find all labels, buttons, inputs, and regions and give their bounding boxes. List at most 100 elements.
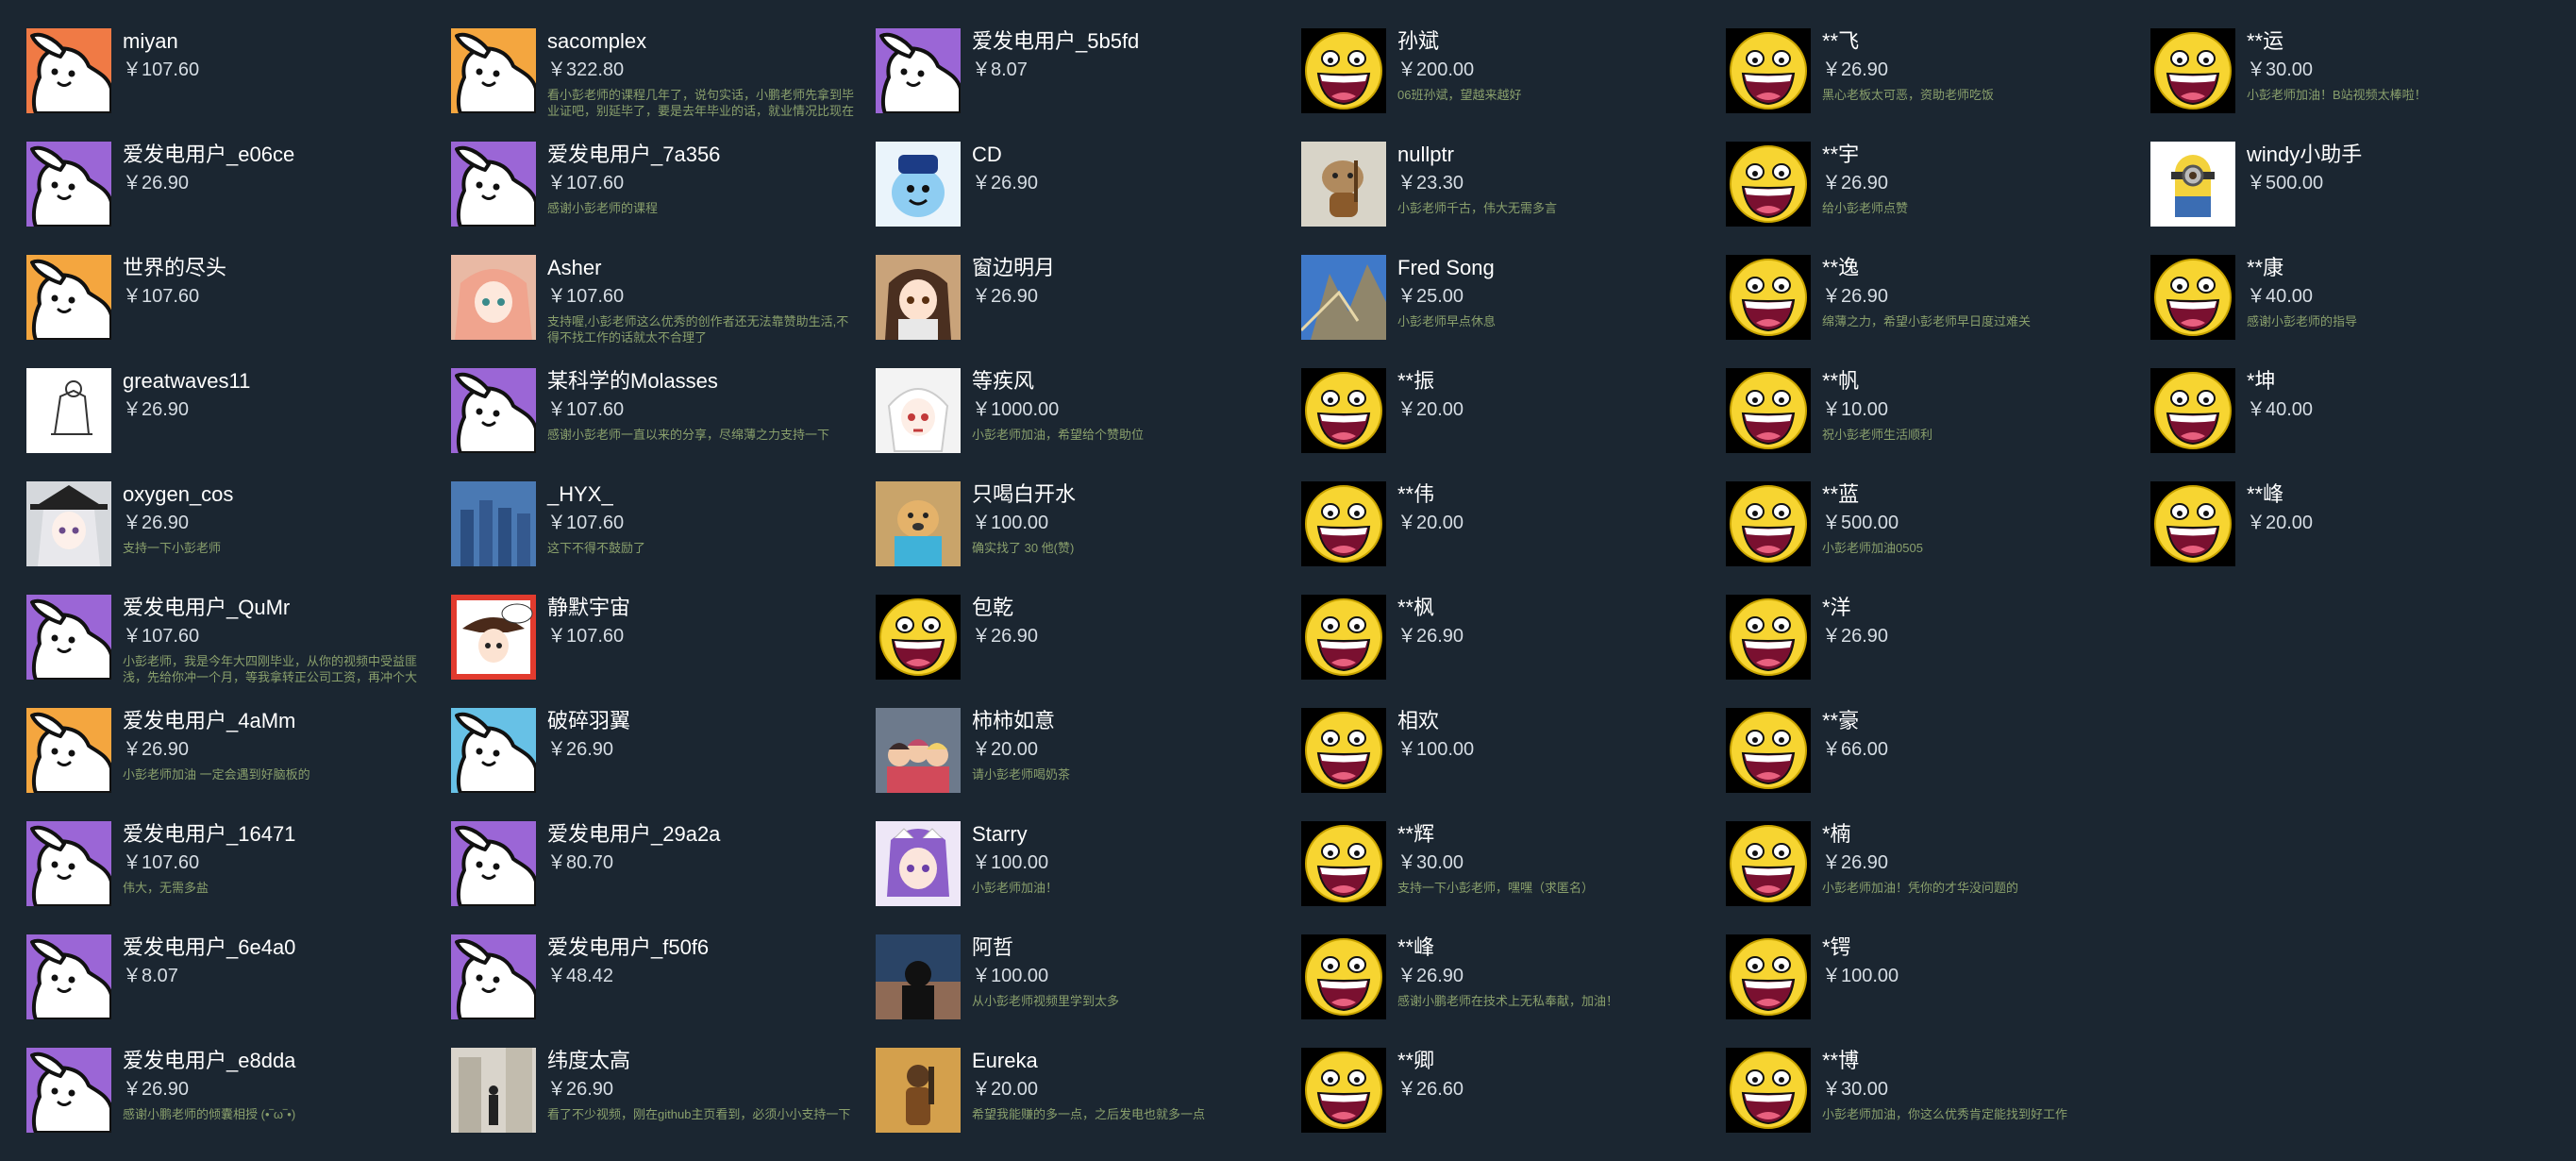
- bunny-avatar-icon[interactable]: [26, 595, 111, 680]
- sponsor-name[interactable]: **运: [2247, 28, 2283, 55]
- bunny-avatar-icon[interactable]: [451, 934, 536, 1019]
- sponsor-name[interactable]: **逸: [1822, 255, 1859, 281]
- sponsor-name[interactable]: *坤: [2247, 368, 2276, 395]
- sponsor-name[interactable]: Starry: [972, 821, 1028, 848]
- avatar[interactable]: [451, 1048, 536, 1133]
- smiley-avatar-icon[interactable]: [1726, 708, 1811, 793]
- sponsor-name[interactable]: **飞: [1822, 28, 1859, 55]
- avatar[interactable]: [26, 481, 111, 566]
- sponsor-name[interactable]: 世界的尽头: [123, 255, 226, 281]
- sponsor-name[interactable]: 爱发电用户_QuMr: [123, 595, 290, 621]
- sponsor-name[interactable]: 某科学的Molasses: [547, 368, 718, 395]
- avatar[interactable]: [26, 368, 111, 453]
- smiley-avatar-icon[interactable]: [1301, 821, 1386, 906]
- avatar[interactable]: [1301, 255, 1386, 340]
- sponsor-name[interactable]: **枫: [1397, 595, 1434, 621]
- sponsor-name[interactable]: Fred Song: [1397, 255, 1495, 281]
- sponsor-name[interactable]: 孙斌: [1397, 28, 1439, 55]
- bunny-avatar-icon[interactable]: [26, 255, 111, 340]
- smiley-avatar-icon[interactable]: [1301, 1048, 1386, 1133]
- avatar[interactable]: [876, 821, 961, 906]
- avatar[interactable]: [876, 481, 961, 566]
- smiley-avatar-icon[interactable]: [1726, 934, 1811, 1019]
- smiley-avatar-icon[interactable]: [1301, 595, 1386, 680]
- bunny-avatar-icon[interactable]: [26, 821, 111, 906]
- smiley-avatar-icon[interactable]: [1726, 1048, 1811, 1133]
- sponsor-name[interactable]: *锷: [1822, 934, 1851, 961]
- smiley-avatar-icon[interactable]: [2150, 28, 2235, 113]
- sponsor-name[interactable]: **振: [1397, 368, 1434, 395]
- sponsor-name[interactable]: Eureka: [972, 1048, 1038, 1074]
- sponsor-name[interactable]: 破碎羽翼: [547, 708, 630, 734]
- avatar[interactable]: [451, 255, 536, 340]
- smiley-avatar-icon[interactable]: [1726, 821, 1811, 906]
- sponsor-name[interactable]: Asher: [547, 255, 601, 281]
- avatar[interactable]: [2150, 142, 2235, 227]
- smiley-avatar-icon[interactable]: [1726, 255, 1811, 340]
- avatar[interactable]: [451, 481, 536, 566]
- sponsor-name[interactable]: **帆: [1822, 368, 1859, 395]
- sponsor-name[interactable]: 爱发电用户_16471: [123, 821, 295, 848]
- smiley-avatar-icon[interactable]: [2150, 481, 2235, 566]
- sponsor-name[interactable]: miyan: [123, 28, 178, 55]
- bunny-avatar-icon[interactable]: [876, 28, 961, 113]
- sponsor-name[interactable]: **辉: [1397, 821, 1434, 848]
- sponsor-name[interactable]: **峰: [2247, 481, 2283, 508]
- bunny-avatar-icon[interactable]: [451, 708, 536, 793]
- sponsor-name[interactable]: **宇: [1822, 142, 1859, 168]
- sponsor-name[interactable]: 爱发电用户_7a356: [547, 142, 720, 168]
- sponsor-name[interactable]: _HYX_: [547, 481, 613, 508]
- sponsor-name[interactable]: **蓝: [1822, 481, 1859, 508]
- sponsor-name[interactable]: nullptr: [1397, 142, 1454, 168]
- sponsor-name[interactable]: 窗边明月: [972, 255, 1055, 281]
- sponsor-name[interactable]: 爱发电用户_e06ce: [123, 142, 294, 168]
- smiley-avatar-icon[interactable]: [1726, 142, 1811, 227]
- sponsor-name[interactable]: 爱发电用户_4aMm: [123, 708, 295, 734]
- sponsor-name[interactable]: 静默宇宙: [547, 595, 630, 621]
- avatar[interactable]: [876, 708, 961, 793]
- bunny-avatar-icon[interactable]: [26, 142, 111, 227]
- sponsor-name[interactable]: 爱发电用户_e8dda: [123, 1048, 295, 1074]
- sponsor-name[interactable]: **豪: [1822, 708, 1859, 734]
- avatar[interactable]: [876, 368, 961, 453]
- sponsor-name[interactable]: 柿柿如意: [972, 708, 1055, 734]
- bunny-avatar-icon[interactable]: [451, 28, 536, 113]
- sponsor-name[interactable]: **峰: [1397, 934, 1434, 961]
- sponsor-name[interactable]: 爱发电用户_6e4a0: [123, 934, 295, 961]
- smiley-avatar-icon[interactable]: [1301, 708, 1386, 793]
- avatar[interactable]: [876, 934, 961, 1019]
- sponsor-name[interactable]: 爱发电用户_f50f6: [547, 934, 709, 961]
- smiley-avatar-icon[interactable]: [1726, 28, 1811, 113]
- smiley-avatar-icon[interactable]: [876, 595, 961, 680]
- sponsor-name[interactable]: oxygen_cos: [123, 481, 233, 508]
- sponsor-name[interactable]: **卿: [1397, 1048, 1434, 1074]
- bunny-avatar-icon[interactable]: [26, 1048, 111, 1133]
- sponsor-name[interactable]: windy小助手: [2247, 142, 2362, 168]
- sponsor-name[interactable]: **伟: [1397, 481, 1434, 508]
- sponsor-name[interactable]: *楠: [1822, 821, 1851, 848]
- smiley-avatar-icon[interactable]: [1301, 28, 1386, 113]
- bunny-avatar-icon[interactable]: [451, 821, 536, 906]
- sponsor-name[interactable]: **康: [2247, 255, 2283, 281]
- smiley-avatar-icon[interactable]: [1301, 368, 1386, 453]
- bunny-avatar-icon[interactable]: [26, 934, 111, 1019]
- avatar[interactable]: [876, 255, 961, 340]
- smiley-avatar-icon[interactable]: [1301, 934, 1386, 1019]
- sponsor-name[interactable]: 等疾风: [972, 368, 1034, 395]
- avatar[interactable]: [451, 595, 536, 680]
- sponsor-name[interactable]: 相欢: [1397, 708, 1439, 734]
- sponsor-name[interactable]: CD: [972, 142, 1002, 168]
- sponsor-name[interactable]: 纬度太高: [547, 1048, 630, 1074]
- smiley-avatar-icon[interactable]: [2150, 368, 2235, 453]
- bunny-avatar-icon[interactable]: [451, 368, 536, 453]
- sponsor-name[interactable]: greatwaves11: [123, 368, 250, 395]
- avatar[interactable]: [876, 142, 961, 227]
- smiley-avatar-icon[interactable]: [2150, 255, 2235, 340]
- avatar[interactable]: [876, 1048, 961, 1133]
- avatar[interactable]: [1301, 142, 1386, 227]
- smiley-avatar-icon[interactable]: [1301, 481, 1386, 566]
- sponsor-name[interactable]: *洋: [1822, 595, 1851, 621]
- smiley-avatar-icon[interactable]: [1726, 368, 1811, 453]
- bunny-avatar-icon[interactable]: [26, 708, 111, 793]
- bunny-avatar-icon[interactable]: [451, 142, 536, 227]
